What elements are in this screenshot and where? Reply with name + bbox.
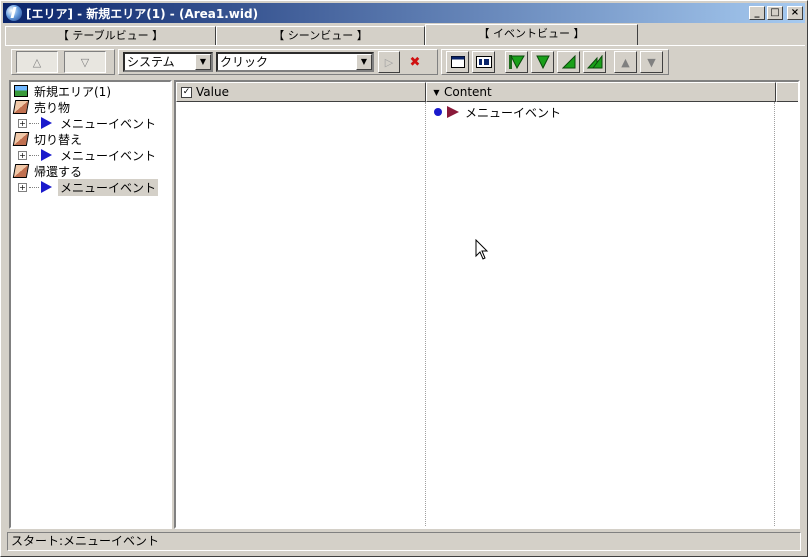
tree-root-label: 新規エリア(1) xyxy=(34,84,111,99)
move-up-button[interactable]: ▲ xyxy=(614,51,637,73)
category-select-value: システム xyxy=(127,55,175,69)
tree-item-group[interactable]: 切り替え xyxy=(11,131,170,147)
column-label: Value xyxy=(196,85,229,99)
down-button[interactable]: ▽ xyxy=(64,51,106,73)
grid-row[interactable]: メニューイベント xyxy=(434,103,561,121)
add-branch-icon xyxy=(561,55,575,69)
window-button[interactable] xyxy=(446,51,469,73)
tab-label: 【 テーブルビュー 】 xyxy=(57,29,164,42)
tree-item-group[interactable]: 売り物 xyxy=(11,99,170,115)
tree-connector xyxy=(29,122,39,124)
event-tree[interactable]: 新規エリア(1) 売り物 + メニューイベント 切り替え + メニューイベント … xyxy=(9,80,172,529)
tree-item-label: メニューイベント xyxy=(60,116,157,131)
event-grid[interactable]: ✓ Value ▼ Content メニューイベント xyxy=(174,80,800,529)
trigger-select[interactable]: クリック ▼ xyxy=(216,52,374,72)
tab-label: 【 イベントビュー 】 xyxy=(478,27,585,40)
add-branch-button[interactable] xyxy=(557,51,580,73)
tree-item-event[interactable]: + メニューイベント xyxy=(11,115,170,131)
trigger-select-value: クリック xyxy=(220,55,269,69)
tree-item-label: 売り物 xyxy=(34,100,71,115)
tab-label: 【 シーンビュー 】 xyxy=(273,29,368,42)
add-event-button[interactable] xyxy=(531,51,554,73)
add-event-icon xyxy=(535,55,550,69)
tree-item-event[interactable]: + メニューイベント xyxy=(11,147,170,163)
add-multi-branch-icon xyxy=(586,55,602,69)
window-icon xyxy=(450,56,465,68)
tree-item-label: 帰還する xyxy=(34,164,83,179)
chevron-down-icon[interactable]: ▼ xyxy=(356,54,372,70)
tree-item-label: メニューイベント xyxy=(58,178,159,196)
status-bar: スタート:メニューイベント xyxy=(7,532,801,551)
close-button[interactable]: × xyxy=(787,6,803,20)
tree-connector xyxy=(29,154,39,156)
column-header-content[interactable]: ▼ Content xyxy=(426,82,776,102)
chevron-down-icon[interactable]: ▼ xyxy=(195,54,211,70)
expand-icon[interactable]: + xyxy=(18,118,27,128)
chevron-down-icon[interactable]: ▼ xyxy=(431,87,442,98)
book-icon xyxy=(12,100,30,114)
row-content: メニューイベント xyxy=(465,105,562,120)
column-checkbox[interactable]: ✓ xyxy=(181,86,192,98)
category-select[interactable]: システム ▼ xyxy=(123,52,213,72)
book-icon xyxy=(12,164,30,178)
event-icon xyxy=(41,181,52,193)
properties-icon xyxy=(475,56,492,68)
column-divider xyxy=(425,102,426,527)
event-icon xyxy=(41,117,52,129)
minimize-button[interactable]: _ xyxy=(749,6,765,20)
title-bar[interactable]: [エリア] - 新規エリア(1) - (Area1.wid) _ □ × xyxy=(3,3,805,23)
play-button[interactable]: ▷ xyxy=(378,51,400,73)
tree-connector xyxy=(29,186,39,188)
up-button[interactable]: △ xyxy=(16,51,58,73)
tree-item-label: 切り替え xyxy=(34,132,83,147)
toolbar: △ ▽ システム ▼ クリック ▼ ▷ ✖ ▲ ▼ xyxy=(5,45,805,77)
toolbar-group-trigger: システム ▼ クリック ▼ ▷ ✖ xyxy=(118,49,438,75)
caption-buttons: _ □ × xyxy=(749,6,803,20)
status-text: スタート:メニューイベント xyxy=(11,534,160,548)
maximize-button[interactable]: □ xyxy=(767,6,783,20)
view-tabs: 【 テーブルビュー 】 【 シーンビュー 】 【 イベントビュー 】 xyxy=(5,24,805,45)
area-icon xyxy=(14,85,28,97)
column-divider xyxy=(774,102,775,527)
tree-item-label: メニューイベント xyxy=(60,148,157,163)
mouse-cursor-icon xyxy=(475,239,489,260)
properties-button[interactable] xyxy=(472,51,495,73)
insert-event-button[interactable] xyxy=(505,51,528,73)
move-down-button[interactable]: ▼ xyxy=(640,51,663,73)
app-icon[interactable] xyxy=(6,5,22,21)
add-multi-branch-button[interactable] xyxy=(583,51,606,73)
column-header-filler xyxy=(776,82,798,102)
tree-root[interactable]: 新規エリア(1) xyxy=(11,83,170,99)
tab-table-view[interactable]: 【 テーブルビュー 】 xyxy=(5,26,216,45)
column-header-value[interactable]: ✓ Value xyxy=(176,82,426,102)
breakpoint-dot-icon xyxy=(434,108,442,116)
tree-item-event-selected[interactable]: + メニューイベント xyxy=(11,178,170,196)
book-icon xyxy=(12,132,30,146)
toolbar-group-actions: ▲ ▼ xyxy=(441,49,669,75)
window-title: [エリア] - 新規エリア(1) - (Area1.wid) xyxy=(26,6,259,21)
event-icon xyxy=(41,149,52,161)
expand-icon[interactable]: + xyxy=(18,150,27,160)
app-window: [エリア] - 新規エリア(1) - (Area1.wid) _ □ × 【 テ… xyxy=(0,0,808,557)
tab-scene-view[interactable]: 【 シーンビュー 】 xyxy=(216,26,425,45)
event-start-icon xyxy=(447,106,459,118)
tree-item-group[interactable]: 帰還する xyxy=(11,163,170,179)
tab-event-view[interactable]: 【 イベントビュー 】 xyxy=(425,24,638,45)
expand-icon[interactable]: + xyxy=(18,182,27,192)
insert-event-icon xyxy=(508,55,525,69)
toolbar-group-navigation: △ ▽ xyxy=(11,49,115,75)
column-label: Content xyxy=(444,85,492,99)
stop-button[interactable]: ✖ xyxy=(404,51,426,73)
